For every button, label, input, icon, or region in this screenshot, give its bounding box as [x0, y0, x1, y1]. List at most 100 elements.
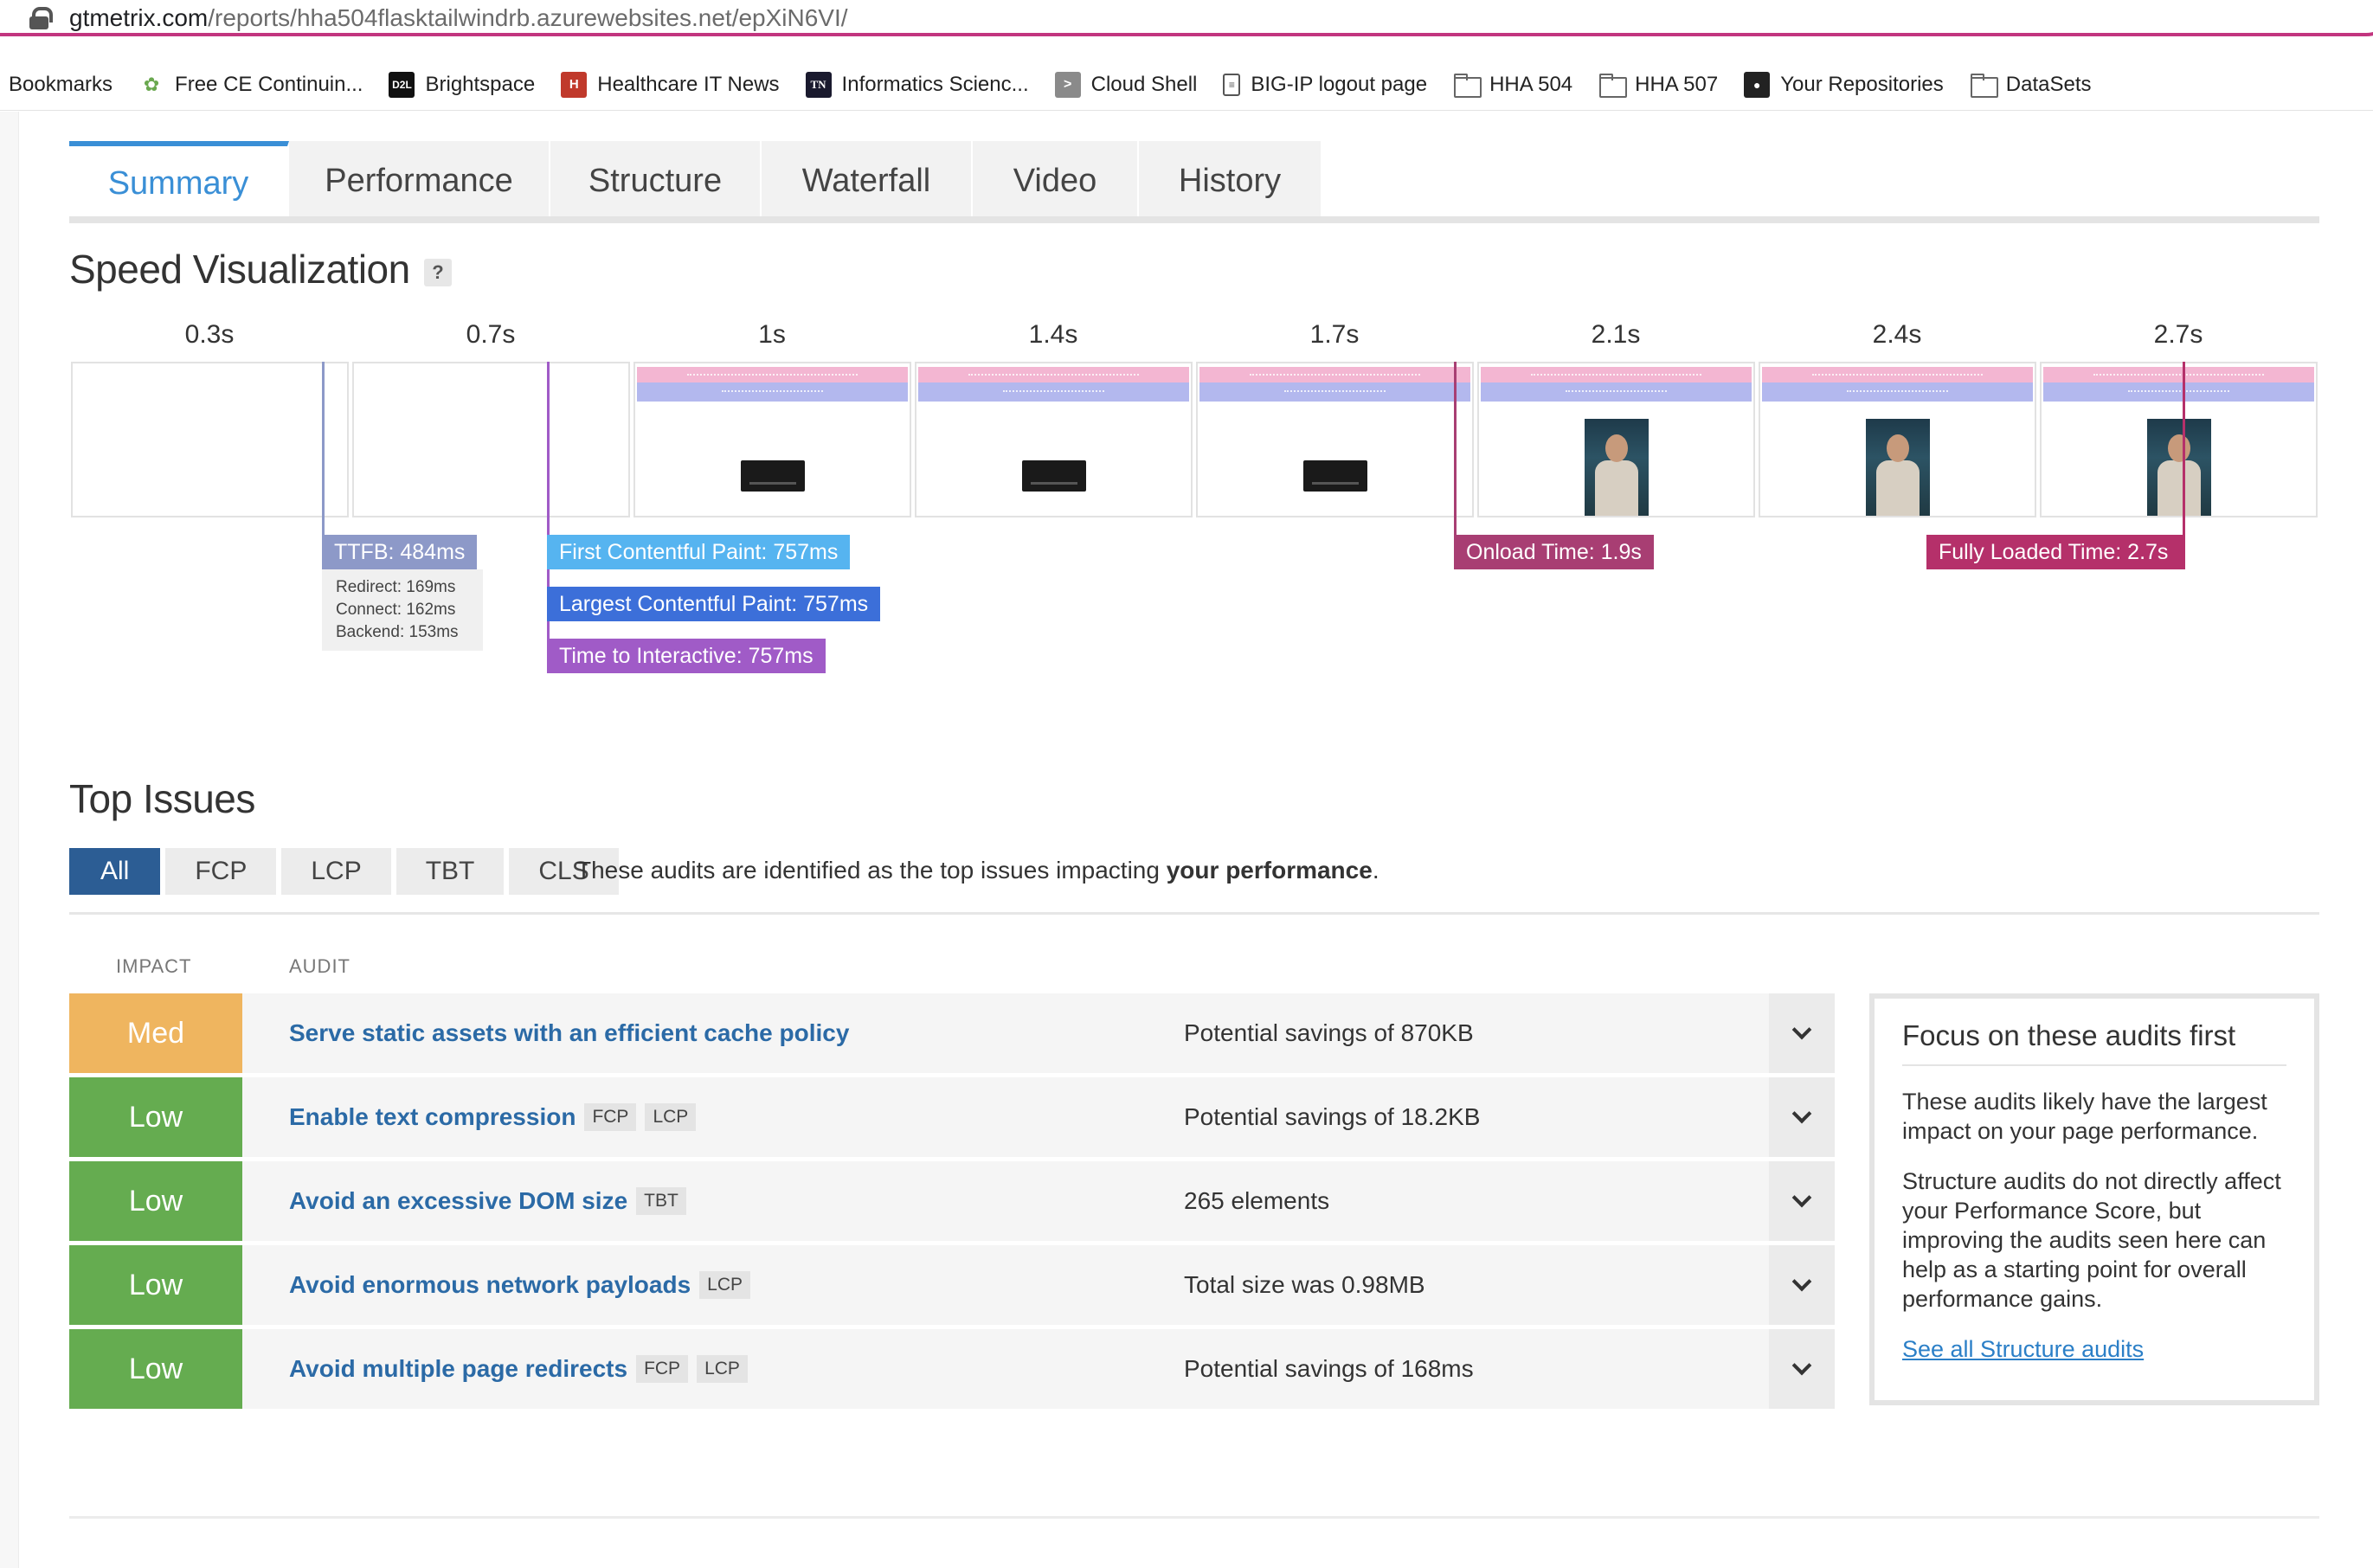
expand-button[interactable] — [1769, 1329, 1835, 1409]
chevron-down-icon — [1791, 1187, 1812, 1208]
bookmark-hha504[interactable]: HHA 504 — [1453, 72, 1572, 98]
tab-waterfall[interactable]: Waterfall — [762, 141, 973, 221]
speed-visualization-heading: Speed Visualization? — [69, 246, 452, 292]
tab-video[interactable]: Video — [973, 141, 1139, 221]
tabs-divider — [69, 216, 2319, 223]
audit-savings: Total size was 0.98MB — [1184, 1271, 1425, 1298]
filter-fcp[interactable]: FCP — [165, 848, 277, 895]
speed-title: Speed Visualization — [69, 247, 410, 292]
bookmark-healthcare-it-news[interactable]: H Healthcare IT News — [561, 71, 780, 98]
filmstrip-frame[interactable] — [633, 362, 911, 517]
bookmark-informatics[interactable]: TN Informatics Scienc... — [805, 71, 1029, 98]
filmstrip-frame-blank[interactable] — [71, 362, 349, 517]
impact-badge-med: Med — [69, 993, 242, 1073]
h-icon: H — [561, 71, 588, 98]
audit-column-header: AUDIT — [289, 955, 350, 977]
audit-title[interactable]: Avoid an excessive DOM size TBT — [289, 1161, 686, 1241]
expand-button[interactable] — [1769, 1245, 1835, 1325]
frame-timestamps: 0.3s 0.7s 1s 1.4s 1.7s 2.1s 2.4s 2.7s — [69, 320, 2319, 355]
bookmark-hha507[interactable]: HHA 507 — [1598, 72, 1718, 98]
frame-time-label: 2.7s — [2153, 320, 2203, 349]
tti-badge: Time to Interactive: 757ms — [547, 639, 826, 673]
audit-title[interactable]: Avoid multiple page redirects FCP LCP — [289, 1329, 748, 1409]
bookmark-label: Cloud Shell — [1090, 72, 1198, 96]
impact-badge-low: Low — [69, 1077, 242, 1157]
onload-badge: Onload Time: 1.9s — [1454, 535, 1654, 569]
issues-divider — [69, 912, 2319, 915]
metric-tag: LCP — [699, 1271, 751, 1299]
audit-savings: 265 elements — [1184, 1187, 1330, 1214]
lcp-badge: Largest Contentful Paint: 757ms — [547, 587, 881, 621]
audit-title[interactable]: Avoid enormous network payloads LCP — [289, 1245, 751, 1325]
audit-row[interactable]: Low Avoid an excessive DOM size TBT 265 e… — [69, 1161, 1835, 1241]
filter-lcp[interactable]: LCP — [281, 848, 391, 895]
video-thumbnail — [1303, 460, 1367, 492]
bookmark-label: DataSets — [2005, 72, 2092, 96]
connect-time: Connect: 162ms — [336, 601, 456, 619]
filmstrip-frame-blank[interactable] — [352, 362, 630, 517]
bookmark-free-ce[interactable]: ✿ Free CE Continuin... — [138, 72, 363, 98]
tab-performance[interactable]: Performance — [289, 141, 550, 221]
focus-text-2: Structure audits do not directly affect … — [1902, 1168, 2281, 1312]
tab-history[interactable]: History — [1139, 141, 1322, 221]
filter-tbt[interactable]: TBT — [396, 848, 505, 895]
bookmark-repositories[interactable]: ● Your Repositories — [1744, 71, 1944, 98]
person-photo — [1585, 419, 1649, 516]
document-icon: ≡ — [1223, 73, 1241, 96]
help-icon[interactable]: ? — [423, 258, 452, 286]
bookmark-big-ip[interactable]: ≡ BIG-IP logout page — [1223, 73, 1427, 97]
tab-structure[interactable]: Structure — [550, 141, 762, 221]
filmstrip-frame[interactable] — [1477, 362, 1755, 517]
audit-title[interactable]: Enable text compression FCP LCP — [289, 1077, 697, 1157]
filmstrip-frame[interactable] — [915, 362, 1193, 517]
lock-icon[interactable] — [29, 7, 53, 29]
audit-row[interactable]: Low Avoid multiple page redirects FCP LCP … — [69, 1329, 1835, 1409]
impact-badge-low: Low — [69, 1329, 242, 1409]
expand-button[interactable] — [1769, 1077, 1835, 1157]
filmstrip-frame[interactable] — [2040, 362, 2318, 517]
page-gutter — [0, 112, 19, 1568]
filter-all[interactable]: All — [69, 848, 161, 895]
chevron-down-icon — [1791, 1271, 1812, 1292]
top-issues-heading: Top Issues — [69, 776, 255, 821]
fcp-badge: First Contentful Paint: 757ms — [547, 535, 851, 569]
tab-summary[interactable]: Summary — [69, 141, 289, 221]
impact-badge-low: Low — [69, 1161, 242, 1241]
address-bar[interactable]: gtmetrix.com/reports/hha504flasktailwind… — [0, 0, 2373, 36]
bookmark-datasets[interactable]: DataSets — [1970, 72, 2092, 98]
bookmark-bookmarks[interactable]: Bookmarks — [9, 73, 113, 97]
video-thumbnail — [1022, 460, 1086, 492]
person-photo — [1866, 419, 1930, 516]
filmstrip-frame[interactable] — [1196, 362, 1474, 517]
github-icon: ● — [1744, 71, 1771, 98]
audit-savings: Potential savings of 18.2KB — [1184, 1103, 1481, 1130]
frame-time-label: 1.7s — [1309, 320, 1360, 349]
impact-column-header: IMPACT — [116, 955, 192, 977]
ttfb-badge: TTFB: 484ms — [322, 535, 478, 569]
url-text[interactable]: gtmetrix.com/reports/hha504flasktailwind… — [69, 4, 848, 32]
bookmark-label: Brightspace — [425, 72, 536, 96]
bookmark-label: Bookmarks — [9, 72, 113, 96]
see-structure-audits-link[interactable]: See all Structure audits — [1902, 1336, 2286, 1363]
filmstrip-frame[interactable] — [1759, 362, 2036, 517]
audit-row[interactable]: Low Avoid enormous network payloads LCP T… — [69, 1245, 1835, 1325]
expand-button[interactable] — [1769, 1161, 1835, 1241]
bookmark-label: Free CE Continuin... — [175, 72, 363, 96]
frame-time-label: 2.1s — [1591, 320, 1641, 349]
audit-row[interactable]: Med Serve static assets with an efficien… — [69, 993, 1835, 1073]
ttfb-breakdown: Redirect: 169ms Connect: 162ms Backend: … — [322, 569, 483, 651]
audit-title[interactable]: Serve static assets with an efficient ca… — [289, 993, 849, 1073]
bookmark-label: Informatics Scienc... — [841, 72, 1029, 96]
bookmark-cloud-shell[interactable]: > Cloud Shell — [1054, 71, 1198, 98]
d2l-icon: D2L — [389, 71, 415, 98]
expand-button[interactable] — [1769, 993, 1835, 1073]
bookmark-label: Healthcare IT News — [597, 72, 780, 96]
backend-time: Backend: 153ms — [336, 623, 459, 641]
bookmark-brightspace[interactable]: D2L Brightspace — [389, 71, 536, 98]
report-tabs: Summary Performance Structure Waterfall … — [69, 141, 1322, 221]
bookmarks-bar: Bookmarks ✿ Free CE Continuin... D2L Brigh… — [0, 59, 2373, 111]
audit-row[interactable]: Low Enable text compression FCP LCP Potent… — [69, 1077, 1835, 1157]
chevron-down-icon — [1791, 1103, 1812, 1124]
frame-time-label: 2.4s — [1872, 320, 1922, 349]
filmstrip — [69, 362, 2319, 517]
